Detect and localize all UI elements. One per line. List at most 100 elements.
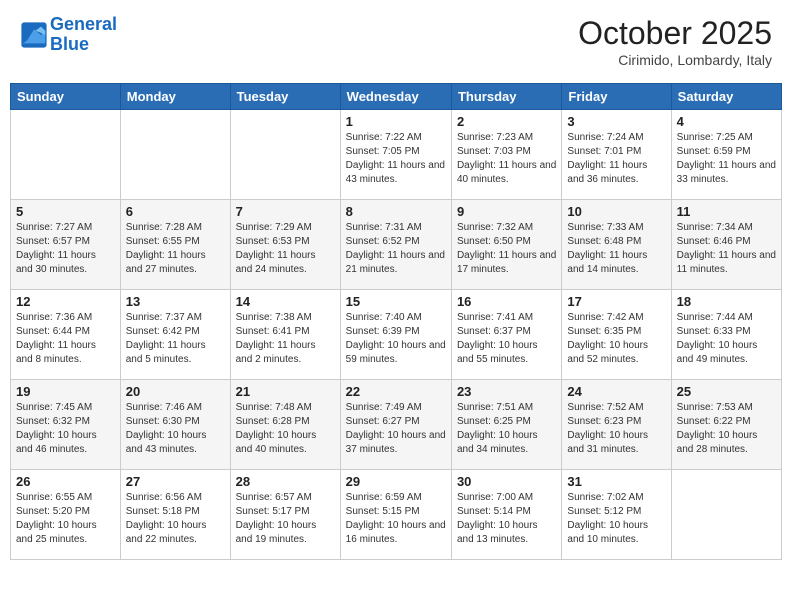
day-number: 29 [346,474,446,489]
day-cell: 20Sunrise: 7:46 AM Sunset: 6:30 PM Dayli… [120,380,230,470]
day-cell: 11 Sunrise: 7:34 AM Sunset: 6:46 PM Dayli… [671,200,781,290]
week-row-2: 5 Sunrise: 7:27 AM Sunset: 6:57 PM Daylig… [11,200,782,290]
day-number: 11 [677,204,776,219]
day-header-wednesday: Wednesday [340,84,451,110]
day-info: Sunrise: 7:28 AM Sunset: 6:55 PM Dayligh… [126,221,225,277]
day-info: Sunrise: 7:41 AM Sunset: 6:37 PM Dayligh… [457,311,556,367]
day-number: 26 [16,474,115,489]
day-number: 24 [567,384,665,399]
day-number: 2 [457,114,556,129]
day-cell: 21Sunrise: 7:48 AM Sunset: 6:28 PM Dayli… [230,380,340,470]
day-number: 22 [346,384,446,399]
day-cell: 22 Sunrise: 7:49 AM Sunset: 6:27 PM Dayli… [340,380,451,470]
day-number: 18 [677,294,776,309]
day-info: Sunrise: 7:27 AM Sunset: 6:57 PM Dayligh… [16,221,115,277]
day-cell: 29Sunrise: 6:59 AM Sunset: 5:15 PM Dayli… [340,470,451,560]
week-row-3: 12 Sunrise: 7:36 AM Sunset: 6:44 PM Dayli… [11,290,782,380]
day-info: Sunrise: 7:53 AM Sunset: 6:22 PM Dayligh… [677,401,776,457]
month-title: October 2025 [578,15,772,52]
day-info: Sunrise: 7:38 AM Sunset: 6:41 PM Dayligh… [236,311,335,367]
day-info: Sunrise: 6:56 AM Sunset: 5:18 PM Dayligh… [126,491,225,547]
logo-line1: General [50,14,117,34]
day-info: Sunrise: 7:46 AM Sunset: 6:30 PM Dayligh… [126,401,225,457]
day-header-saturday: Saturday [671,84,781,110]
day-info: Sunrise: 7:40 AM Sunset: 6:39 PM Dayligh… [346,311,446,367]
day-cell: 12 Sunrise: 7:36 AM Sunset: 6:44 PM Dayli… [11,290,121,380]
day-info: Sunrise: 6:55 AM Sunset: 5:20 PM Dayligh… [16,491,115,547]
day-cell [120,110,230,200]
day-info: Sunrise: 7:36 AM Sunset: 6:44 PM Dayligh… [16,311,115,367]
day-header-sunday: Sunday [11,84,121,110]
day-number: 9 [457,204,556,219]
logo-text: General Blue [50,15,117,55]
day-info: Sunrise: 7:45 AM Sunset: 6:32 PM Dayligh… [16,401,115,457]
day-info: Sunrise: 7:22 AM Sunset: 7:05 PM Dayligh… [346,131,446,187]
day-cell: 10 Sunrise: 7:33 AM Sunset: 6:48 PM Dayli… [562,200,671,290]
day-cell: 28Sunrise: 6:57 AM Sunset: 5:17 PM Dayli… [230,470,340,560]
day-info: Sunrise: 7:02 AM Sunset: 5:12 PM Dayligh… [567,491,665,547]
day-cell: 23Sunrise: 7:51 AM Sunset: 6:25 PM Dayli… [451,380,561,470]
day-header-monday: Monday [120,84,230,110]
day-info: Sunrise: 7:42 AM Sunset: 6:35 PM Dayligh… [567,311,665,367]
day-number: 23 [457,384,556,399]
day-cell [671,470,781,560]
day-number: 1 [346,114,446,129]
day-cell: 18 Sunrise: 7:44 AM Sunset: 6:33 PM Dayli… [671,290,781,380]
day-cell: 7Sunrise: 7:29 AM Sunset: 6:53 PM Daylig… [230,200,340,290]
day-cell: 15 Sunrise: 7:40 AM Sunset: 6:39 PM Dayli… [340,290,451,380]
day-number: 16 [457,294,556,309]
day-number: 31 [567,474,665,489]
day-cell: 5 Sunrise: 7:27 AM Sunset: 6:57 PM Daylig… [11,200,121,290]
calendar: SundayMondayTuesdayWednesdayThursdayFrid… [10,83,782,560]
day-number: 13 [126,294,225,309]
day-cell [230,110,340,200]
day-number: 19 [16,384,115,399]
location: Cirimido, Lombardy, Italy [578,52,772,68]
day-cell: 1 Sunrise: 7:22 AM Sunset: 7:05 PM Daylig… [340,110,451,200]
day-number: 6 [126,204,225,219]
day-number: 10 [567,204,665,219]
day-number: 12 [16,294,115,309]
day-number: 8 [346,204,446,219]
day-number: 17 [567,294,665,309]
logo: General Blue [20,15,117,55]
day-number: 25 [677,384,776,399]
day-header-tuesday: Tuesday [230,84,340,110]
day-info: Sunrise: 7:00 AM Sunset: 5:14 PM Dayligh… [457,491,556,547]
day-info: Sunrise: 7:33 AM Sunset: 6:48 PM Dayligh… [567,221,665,277]
day-info: Sunrise: 6:57 AM Sunset: 5:17 PM Dayligh… [236,491,335,547]
day-info: Sunrise: 7:23 AM Sunset: 7:03 PM Dayligh… [457,131,556,187]
week-row-1: 1 Sunrise: 7:22 AM Sunset: 7:05 PM Daylig… [11,110,782,200]
day-cell: 19 Sunrise: 7:45 AM Sunset: 6:32 PM Dayli… [11,380,121,470]
page-header: General Blue October 2025 Cirimido, Lomb… [10,10,782,73]
days-header-row: SundayMondayTuesdayWednesdayThursdayFrid… [11,84,782,110]
day-info: Sunrise: 7:44 AM Sunset: 6:33 PM Dayligh… [677,311,776,367]
day-header-thursday: Thursday [451,84,561,110]
day-cell: 2 Sunrise: 7:23 AM Sunset: 7:03 PM Daylig… [451,110,561,200]
day-info: Sunrise: 7:34 AM Sunset: 6:46 PM Dayligh… [677,221,776,277]
day-number: 5 [16,204,115,219]
day-cell: 8 Sunrise: 7:31 AM Sunset: 6:52 PM Daylig… [340,200,451,290]
day-cell: 3 Sunrise: 7:24 AM Sunset: 7:01 PM Daylig… [562,110,671,200]
day-cell: 16 Sunrise: 7:41 AM Sunset: 6:37 PM Dayli… [451,290,561,380]
day-number: 3 [567,114,665,129]
day-info: Sunrise: 7:52 AM Sunset: 6:23 PM Dayligh… [567,401,665,457]
day-info: Sunrise: 7:24 AM Sunset: 7:01 PM Dayligh… [567,131,665,187]
day-info: Sunrise: 7:48 AM Sunset: 6:28 PM Dayligh… [236,401,335,457]
day-cell: 9Sunrise: 7:32 AM Sunset: 6:50 PM Daylig… [451,200,561,290]
day-info: Sunrise: 7:49 AM Sunset: 6:27 PM Dayligh… [346,401,446,457]
day-number: 15 [346,294,446,309]
logo-line2: Blue [50,34,89,54]
day-cell: 27Sunrise: 6:56 AM Sunset: 5:18 PM Dayli… [120,470,230,560]
day-cell [11,110,121,200]
day-cell: 30Sunrise: 7:00 AM Sunset: 5:14 PM Dayli… [451,470,561,560]
day-header-friday: Friday [562,84,671,110]
day-cell: 13 Sunrise: 7:37 AM Sunset: 6:42 PM Dayli… [120,290,230,380]
day-info: Sunrise: 7:25 AM Sunset: 6:59 PM Dayligh… [677,131,776,187]
day-number: 4 [677,114,776,129]
day-cell: 31 Sunrise: 7:02 AM Sunset: 5:12 PM Dayli… [562,470,671,560]
day-info: Sunrise: 7:31 AM Sunset: 6:52 PM Dayligh… [346,221,446,277]
day-cell: 6 Sunrise: 7:28 AM Sunset: 6:55 PM Daylig… [120,200,230,290]
day-cell: 17 Sunrise: 7:42 AM Sunset: 6:35 PM Dayli… [562,290,671,380]
day-info: Sunrise: 7:37 AM Sunset: 6:42 PM Dayligh… [126,311,225,367]
